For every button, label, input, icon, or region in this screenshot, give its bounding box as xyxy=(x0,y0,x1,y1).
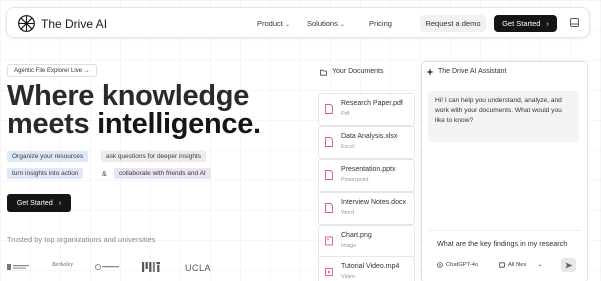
document-type: Powerpoint xyxy=(341,177,369,183)
get-started-label: Get Started xyxy=(502,19,541,28)
model-selector[interactable]: ChatGPT-4o xyxy=(437,262,478,268)
arrow-right-icon: › xyxy=(546,19,549,28)
spreadsheet-file-icon xyxy=(325,137,333,147)
chevron-down-icon: ⌄ xyxy=(284,22,290,28)
window-icon[interactable] xyxy=(570,18,579,27)
word-file-icon xyxy=(325,203,333,213)
sparkle-icon xyxy=(426,68,434,76)
hero-headline: Where knowledge meets intelligence. xyxy=(7,80,261,140)
document-name: Research Paper.pdf xyxy=(341,100,403,107)
chat-input-area xyxy=(428,230,581,276)
chip-turn-insights: turn insights into action xyxy=(7,168,84,179)
university-crest-logo-icon xyxy=(7,264,29,270)
request-demo-button[interactable]: Request a demo xyxy=(420,15,486,32)
document-type: Image xyxy=(341,243,357,249)
folder-icon xyxy=(320,69,327,76)
chip-ask-questions: ask questions for deeper insights xyxy=(101,151,207,162)
chip-label: Organize your resources xyxy=(12,153,84,160)
chevron-down-icon: ⌄ xyxy=(339,22,345,28)
headline-line-2: meets intelligence. xyxy=(7,108,261,140)
document-type: Excel xyxy=(341,144,355,150)
document-type: Video xyxy=(341,274,355,280)
get-started-nav-button[interactable]: Get Started › xyxy=(494,15,557,32)
document-item[interactable]: Data Analysis.xlsx Excel xyxy=(318,126,415,159)
nav-product-label: Product xyxy=(257,19,283,28)
headline-line-1: Where knowledge xyxy=(7,80,250,112)
assistant-message-text: Hi! I can help you understand, analyze, … xyxy=(435,97,562,124)
drive-logo-icon[interactable] xyxy=(18,15,35,32)
headline-intelligence: intelligence. xyxy=(97,108,261,140)
document-name: Tutorial Video.mp4 xyxy=(341,263,400,270)
document-item[interactable]: Interview Notes.docx Word xyxy=(318,192,415,225)
chip-collaborate: collaborate with friends and AI xyxy=(114,168,211,179)
nav-pricing-link[interactable]: Pricing xyxy=(369,19,392,28)
send-button[interactable] xyxy=(561,258,576,272)
chevron-down-icon: ⌄ xyxy=(537,262,543,268)
files-label: All files xyxy=(508,262,527,268)
document-item[interactable]: Research Paper.pdf Pdf xyxy=(318,93,415,126)
document-type: Pdf xyxy=(341,111,350,117)
video-file-icon xyxy=(325,268,333,276)
badge-label: Agentic File Explorer Live → xyxy=(14,67,90,74)
brand-name[interactable]: The Drive AI xyxy=(41,17,107,31)
model-icon xyxy=(437,262,443,268)
ampersand: & xyxy=(102,171,107,178)
nav-product-link[interactable]: Product ⌄ xyxy=(257,19,290,28)
arrow-right-icon: › xyxy=(58,199,62,207)
chip-organize: Organize your resources xyxy=(7,151,89,162)
assistant-message-bubble: Hi! I can help you understand, analyze, … xyxy=(428,91,579,142)
ucla-logo: UCLA xyxy=(185,263,212,273)
document-item[interactable]: Tutorial Video.mp4 Video xyxy=(318,256,415,281)
image-file-icon xyxy=(325,236,333,246)
assistant-title: The Drive AI Assistant xyxy=(438,68,507,75)
document-name: Data Analysis.xlsx xyxy=(341,133,398,140)
get-started-label: Get Started xyxy=(16,199,53,207)
get-started-hero-button[interactable]: Get Started › xyxy=(7,194,71,212)
document-type: Word xyxy=(341,210,355,216)
pdf-file-icon xyxy=(325,104,333,114)
document-item[interactable]: Presentation.pptx Powerpoint xyxy=(318,159,415,192)
announcement-badge[interactable]: Agentic File Explorer Live → xyxy=(7,64,97,77)
trusted-by-text: Trusted by top organizations and univers… xyxy=(7,235,156,244)
documents-title: Your Documents xyxy=(332,68,384,75)
files-filter-icon xyxy=(499,262,505,268)
send-icon xyxy=(565,262,572,268)
document-name: Chart.png xyxy=(341,232,372,239)
berkeley-logo: Berkeley xyxy=(52,262,73,268)
chip-label: ask questions for deeper insights xyxy=(106,153,202,160)
request-demo-label: Request a demo xyxy=(425,19,481,28)
chat-input[interactable] xyxy=(437,239,577,248)
nav-pricing-label: Pricing xyxy=(369,19,392,28)
top-navbar: The Drive AI Product ⌄ Solutions ⌄ Pricing… xyxy=(6,7,590,38)
chip-label: collaborate with friends and AI xyxy=(119,170,206,177)
model-label: ChatGPT-4o xyxy=(446,262,479,268)
document-name: Presentation.pptx xyxy=(341,166,396,173)
files-selector[interactable]: All files ⌄ xyxy=(499,262,542,268)
chip-label: turn insights into action xyxy=(12,170,79,177)
headline-meets: meets xyxy=(7,108,98,140)
presentation-file-icon xyxy=(325,170,333,180)
nav-solutions-link[interactable]: Solutions ⌄ xyxy=(307,19,345,28)
document-item[interactable]: Chart.png Image xyxy=(318,225,415,258)
document-name: Interview Notes.docx xyxy=(341,199,406,206)
mit-logo-icon xyxy=(142,262,160,272)
university-wordmark-logo-icon xyxy=(95,264,119,270)
nav-solutions-label: Solutions xyxy=(307,19,338,28)
